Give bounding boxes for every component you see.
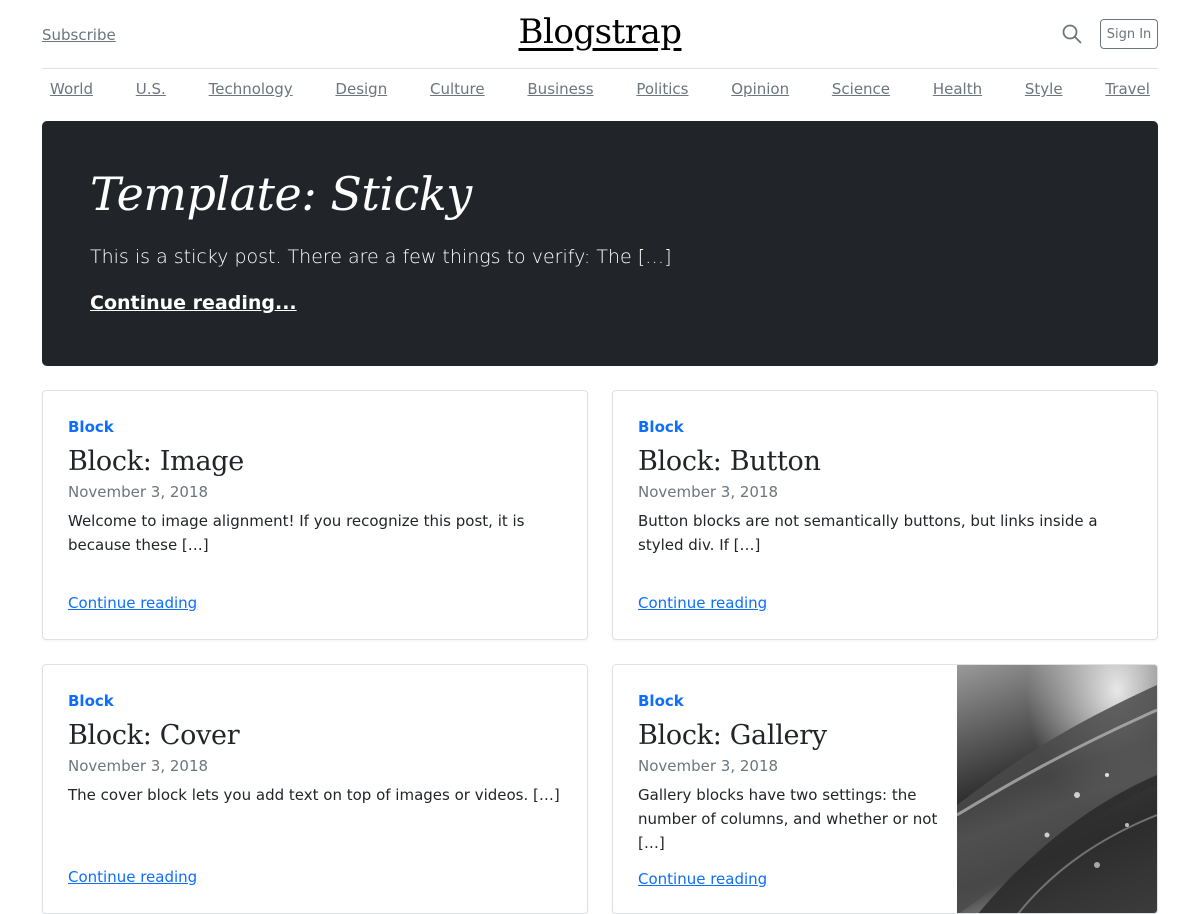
nav-item-opinion[interactable]: Opinion [731, 80, 789, 106]
post-category: Block [638, 692, 684, 710]
nav-item-us[interactable]: U.S. [136, 80, 166, 106]
hero-continue-reading-link[interactable]: Continue reading... [90, 292, 297, 314]
hero-title: Template: Sticky [90, 167, 472, 221]
nav-item-technology[interactable]: Technology [209, 80, 293, 106]
post-title: Block: Gallery [638, 720, 827, 751]
post-card: Block Block: Image November 3, 2018 Welc… [42, 390, 588, 640]
post-thumbnail[interactable] [957, 665, 1157, 913]
post-date: November 3, 2018 [68, 757, 209, 775]
post-card: Block Block: Button November 3, 2018 But… [612, 390, 1158, 640]
continue-reading-link[interactable]: Continue reading [68, 594, 197, 612]
post-category: Block [68, 692, 114, 710]
post-category: Block [68, 418, 114, 436]
post-title: Block: Button [638, 446, 821, 477]
post-excerpt: Gallery blocks have two settings: the nu… [638, 786, 938, 852]
nav-item-business[interactable]: Business [527, 80, 593, 106]
search-icon[interactable] [1062, 24, 1082, 44]
site-logo: Blogstrap [42, 12, 1158, 52]
post-title: Block: Cover [68, 720, 240, 751]
featured-post-hero: Template: Sticky This is a sticky post. … [42, 121, 1158, 366]
nav-item-world[interactable]: World [50, 80, 93, 106]
nav-item-culture[interactable]: Culture [430, 80, 485, 106]
nav-item-politics[interactable]: Politics [636, 80, 688, 106]
hero-excerpt: This is a sticky post. There are a few t… [90, 246, 672, 268]
post-date: November 3, 2018 [638, 757, 779, 775]
post-date: November 3, 2018 [68, 483, 209, 501]
category-nav: World U.S. Technology Design Culture Bus… [42, 80, 1158, 106]
nav-item-health[interactable]: Health [933, 80, 982, 106]
continue-reading-link[interactable]: Continue reading [638, 870, 767, 888]
post-excerpt: Button blocks are not semantically butto… [638, 512, 1098, 554]
nav-item-travel[interactable]: Travel [1105, 80, 1150, 106]
post-category: Block [638, 418, 684, 436]
logo-link[interactable]: Blogstrap [519, 12, 683, 52]
post-excerpt: Welcome to image alignment! If you recog… [68, 512, 525, 554]
sign-in-button[interactable]: Sign In [1100, 19, 1158, 49]
post-card: Block Block: Gallery November 3, 2018 Ga… [612, 664, 1158, 914]
continue-reading-link[interactable]: Continue reading [68, 868, 197, 886]
nav-item-science[interactable]: Science [832, 80, 890, 106]
site-header: Subscribe Blogstrap Sign In [42, 0, 1158, 69]
post-date: November 3, 2018 [638, 483, 779, 501]
nav-item-style[interactable]: Style [1025, 80, 1063, 106]
continue-reading-link[interactable]: Continue reading [638, 594, 767, 612]
post-title: Block: Image [68, 446, 244, 477]
post-excerpt: The cover block lets you add text on top… [68, 786, 560, 804]
post-card: Block Block: Cover November 3, 2018 The … [42, 664, 588, 914]
nav-item-design[interactable]: Design [335, 80, 387, 106]
